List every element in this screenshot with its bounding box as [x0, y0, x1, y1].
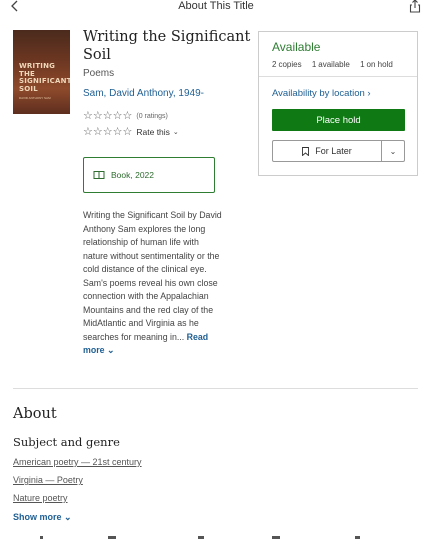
cover-title: WRITING THE SIGNIFICANT SOIL [19, 62, 70, 93]
copies-label: copies [278, 60, 302, 69]
availability-link-label[interactable]: Availability by location [272, 88, 365, 99]
chevron-right-icon[interactable]: › [367, 88, 370, 99]
subject-genre-heading: Subject and genre [13, 435, 120, 449]
available-count: 1 [311, 60, 317, 69]
show-more-link[interactable]: Show more ⌄ [13, 512, 72, 523]
share-button[interactable] [408, 0, 422, 13]
bookmark-icon [302, 146, 310, 156]
availability-by-location-link[interactable]: Availability by location › [272, 88, 371, 99]
format-label: Book, 2022 [111, 170, 155, 180]
about-heading: About [13, 406, 57, 422]
availability-status: Available [272, 40, 321, 54]
show-more-label[interactable]: Show more [13, 512, 62, 522]
star-icon[interactable]: ☆ [103, 126, 113, 138]
tab-icon[interactable] [198, 536, 204, 539]
book-icon [93, 171, 105, 180]
tab-icon[interactable] [355, 536, 360, 539]
tab-icon[interactable] [272, 536, 280, 539]
chevron-down-icon[interactable]: ⌄ [64, 512, 72, 522]
chevron-down-icon[interactable]: ⌄ [107, 345, 114, 355]
page-title: About This Title [178, 0, 254, 12]
for-later-label: For Later [315, 146, 352, 156]
description-text: Writing the Significant Soil by David An… [83, 210, 222, 342]
on-hold-label: on hold [366, 60, 393, 69]
cover-author: DAVID ANTHONY SAM [19, 96, 51, 100]
book-description: Writing the Significant Soil by David An… [83, 209, 223, 358]
star-icon[interactable]: ☆ [123, 126, 133, 138]
format-selector[interactable]: Book, 2022 [83, 157, 215, 193]
subject-link[interactable]: Virginia — Poetry [13, 475, 83, 485]
author-link[interactable]: Sam, David Anthony, 1949- [83, 88, 204, 99]
star-icon[interactable]: ☆ [113, 126, 123, 138]
availability-panel: Available 2 copies 1 available 1 on hold Av… [258, 31, 418, 176]
star-icon: ☆ [83, 109, 93, 122]
tab-icon[interactable] [40, 536, 43, 539]
subject-link[interactable]: American poetry — 21st century [13, 457, 142, 467]
rate-this-control[interactable]: ☆ ☆ ☆ ☆ ☆ Rate this ⌄ [83, 126, 179, 138]
star-icon[interactable]: ☆ [93, 126, 103, 138]
for-later-menu-button[interactable]: ⌄ [381, 140, 405, 162]
place-hold-button[interactable]: Place hold [272, 109, 405, 131]
divider [259, 76, 417, 77]
star-icon: ☆ [92, 109, 103, 122]
tab-icon[interactable] [108, 536, 116, 539]
book-title: Writing the Significant Soil [83, 29, 251, 63]
on-hold-count: 1 [360, 60, 365, 69]
chevron-down-icon[interactable]: ⌄ [173, 128, 179, 136]
average-rating: ☆ ☆ ☆ ☆ ☆ (0 ratings) [83, 110, 168, 122]
share-icon [409, 0, 421, 13]
chevron-down-icon: ⌄ [389, 146, 397, 156]
subject-link[interactable]: Nature poetry [13, 493, 68, 503]
for-later-button[interactable]: For Later [272, 140, 382, 162]
bottom-tab-bar [0, 533, 432, 540]
top-bar: About This Title [0, 0, 432, 14]
star-icon: ☆ [112, 109, 123, 122]
rate-this-label[interactable]: Rate this [136, 127, 170, 137]
star-icon: ☆ [102, 109, 113, 122]
genre-label: Poems [83, 68, 115, 79]
available-label: available [318, 60, 350, 69]
book-cover: WRITING THE SIGNIFICANT SOIL DAVID ANTHO… [13, 30, 70, 114]
star-icon: ☆ [122, 109, 133, 122]
section-divider [13, 388, 418, 389]
star-icon[interactable]: ☆ [83, 126, 93, 138]
ratings-count: (0 ratings) [136, 112, 168, 120]
availability-counts: 2 copies 1 available 1 on hold [272, 60, 401, 69]
copies-count: 2 [272, 60, 277, 69]
